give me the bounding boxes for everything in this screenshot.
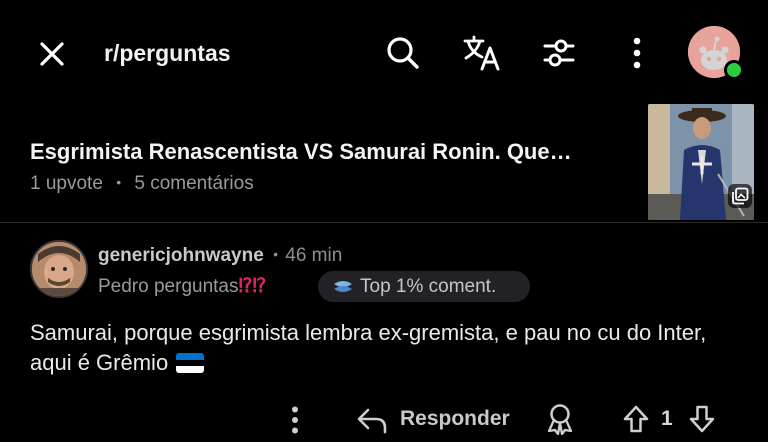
close-icon bbox=[40, 42, 64, 66]
award-icon bbox=[547, 404, 573, 435]
comment-author-line: genericjohnwayne • 46 min bbox=[98, 242, 342, 268]
top-commenter-icon bbox=[334, 280, 352, 292]
comment-author[interactable]: genericjohnwayne bbox=[98, 245, 264, 266]
comment-more-button[interactable] bbox=[282, 402, 308, 438]
top-commenter-badge[interactable]: Top 1% coment. bbox=[318, 271, 530, 302]
upvote-count: 1 upvote bbox=[30, 173, 103, 194]
online-status-indicator bbox=[724, 60, 744, 80]
downvote-button[interactable] bbox=[684, 400, 720, 438]
gallery-icon bbox=[732, 187, 749, 205]
comment-body-text: Samurai, porque esgrimista lembra ex-gre… bbox=[30, 320, 707, 375]
flair-text: Pedro perguntas bbox=[98, 276, 239, 297]
more-options-button[interactable] bbox=[622, 32, 652, 74]
sort-filter-button[interactable] bbox=[538, 32, 580, 74]
award-button[interactable] bbox=[540, 400, 580, 438]
gremio-flag-emoji bbox=[176, 353, 205, 373]
more-vertical-icon bbox=[292, 406, 298, 434]
gallery-badge bbox=[728, 184, 752, 208]
close-button[interactable] bbox=[34, 36, 70, 72]
flag-stripe-top bbox=[176, 353, 205, 360]
comment-count: 5 comentários bbox=[134, 173, 254, 194]
reply-label[interactable]: Responder bbox=[400, 406, 510, 432]
vote-count: 1 bbox=[661, 407, 673, 430]
post-meta: 1 upvote • 5 comentários bbox=[30, 170, 254, 196]
subreddit-title[interactable]: r/perguntas bbox=[104, 38, 231, 68]
sort-filter-icon bbox=[543, 39, 575, 67]
user-flair: Pedro perguntas⁉⁉ bbox=[98, 275, 266, 299]
meta-separator: • bbox=[116, 174, 122, 190]
downvote-icon bbox=[689, 405, 715, 433]
flair-emoji: ⁉⁉ bbox=[238, 276, 267, 297]
upvote-icon bbox=[623, 405, 649, 433]
flag-stripe-middle bbox=[176, 359, 205, 367]
search-button[interactable] bbox=[382, 32, 424, 74]
comment-time: 46 min bbox=[285, 245, 343, 266]
translate-button[interactable] bbox=[460, 32, 504, 74]
divider bbox=[0, 222, 768, 223]
reply-icon bbox=[357, 408, 387, 434]
comment-body: Samurai, porque esgrimista lembra ex-gre… bbox=[30, 318, 750, 378]
translate-icon bbox=[463, 35, 500, 71]
upvote-button[interactable] bbox=[618, 400, 654, 438]
search-icon bbox=[387, 37, 419, 69]
flag-stripe-bottom bbox=[176, 366, 205, 373]
more-vertical-icon bbox=[633, 37, 641, 69]
reply-button[interactable] bbox=[352, 402, 392, 438]
post-title[interactable]: Esgrimista Renascentista VS Samurai Roni… bbox=[30, 138, 572, 166]
commenter-avatar[interactable] bbox=[30, 240, 88, 298]
commenter-photo bbox=[32, 242, 86, 296]
badge-label: Top 1% coment. bbox=[360, 275, 497, 297]
author-separator: • bbox=[273, 246, 278, 262]
